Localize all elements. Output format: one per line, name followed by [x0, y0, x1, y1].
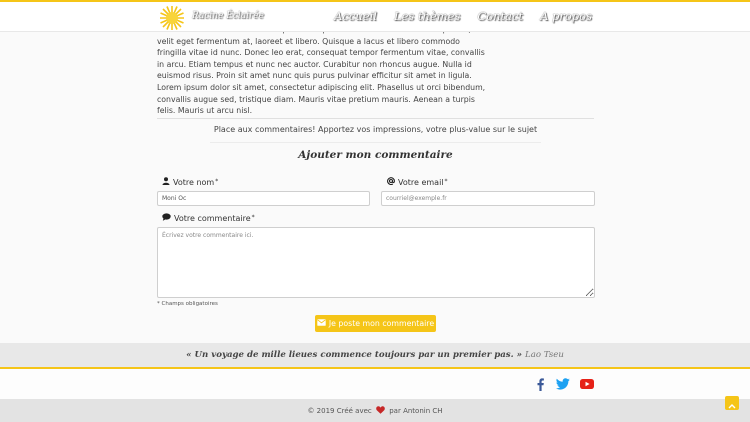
required-fields-note: * Champs obligatoires — [157, 301, 218, 307]
quote-band: « Un voyage de mille lieues commence tou… — [0, 343, 750, 369]
article-text: Maecenas ut tortor vel lorem imperdiet d… — [157, 25, 486, 116]
quote-text: « Un voyage de mille lieues commence tou… — [186, 350, 522, 360]
comment-label: Votre commentaire* — [162, 213, 255, 223]
quote-author: Lao Tseu — [525, 350, 564, 360]
name-input[interactable] — [157, 191, 370, 206]
email-label: Votre email* — [387, 177, 448, 187]
copyright: © 2019 Créé avec par Antonin CH — [307, 406, 443, 416]
post-comment-button[interactable]: Je poste mon commentaire — [315, 315, 436, 332]
facebook-icon[interactable] — [532, 377, 548, 391]
nav-contact[interactable]: Contact — [477, 9, 523, 23]
chevron-up-icon — [728, 394, 736, 413]
divider — [210, 142, 541, 143]
comment-icon — [162, 213, 171, 223]
quote: « Un voyage de mille lieues commence tou… — [0, 350, 750, 360]
top-navbar: Racine Éclairée Accueil Les thèmes Conta… — [0, 0, 750, 32]
comment-form-title: Ajouter mon commentaire — [298, 149, 453, 161]
nav-a-propos[interactable]: A propos — [540, 9, 592, 23]
nav-themes[interactable]: Les thèmes — [394, 9, 460, 23]
comments-invite: Place aux commentaires! Apportez vos imp… — [213, 125, 538, 134]
nav-accueil[interactable]: Accueil — [334, 9, 377, 23]
sun-logo-icon[interactable] — [158, 5, 186, 31]
comment-textarea[interactable] — [157, 227, 595, 298]
user-icon — [162, 177, 170, 187]
divider — [157, 118, 594, 119]
at-icon — [387, 177, 395, 187]
heart-icon — [376, 406, 385, 416]
envelope-icon — [317, 319, 326, 328]
email-input[interactable] — [381, 191, 595, 206]
social-band — [0, 369, 750, 399]
name-label: Votre nom* — [162, 177, 218, 187]
youtube-icon[interactable] — [579, 377, 595, 391]
main-nav: Accueil Les thèmes Contact A propos — [334, 9, 592, 23]
twitter-icon[interactable] — [555, 377, 571, 391]
brand-name[interactable]: Racine Éclairée — [192, 11, 264, 21]
back-to-top-button[interactable] — [725, 396, 739, 410]
